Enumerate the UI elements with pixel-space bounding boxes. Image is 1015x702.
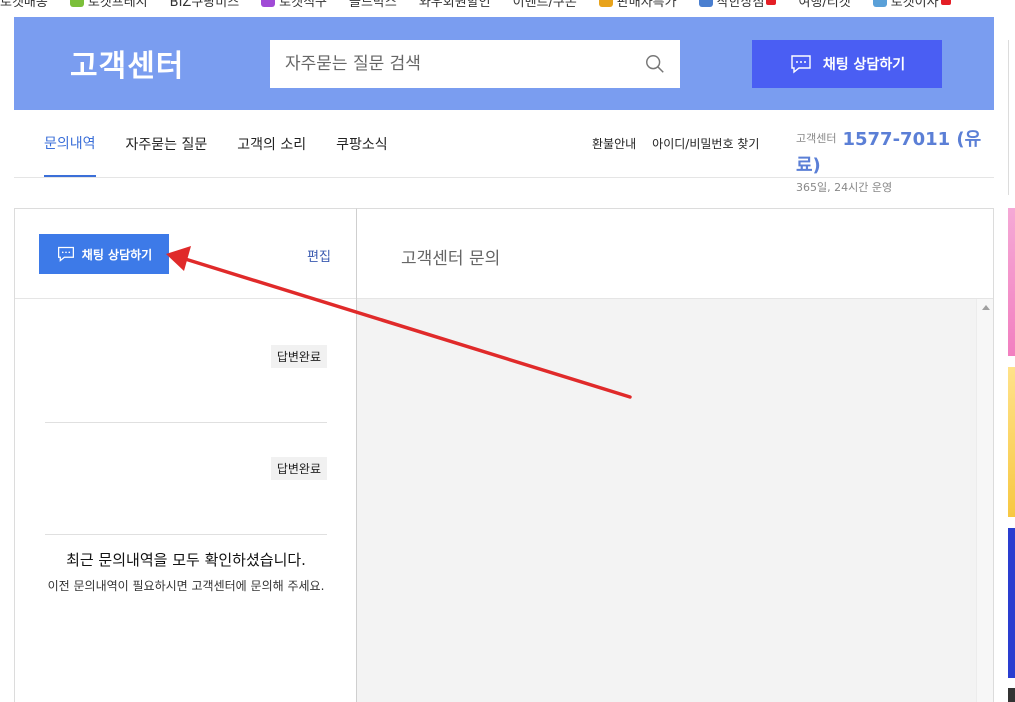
header-chat-button[interactable]: 채팅 상담하기: [752, 40, 942, 88]
top-nav-label: 로켓직구: [279, 0, 327, 9]
new-badge-icon: [766, 0, 777, 5]
cs-label: 고객센터: [796, 132, 837, 145]
scroll-up-arrow-icon[interactable]: [982, 305, 990, 310]
top-nav-label: 로켓배송: [0, 0, 48, 9]
search-icon[interactable]: [644, 53, 666, 75]
category-icon: [698, 0, 713, 7]
cs-tabs: 문의내역 자주묻는 질문 고객의 소리 쿠팡소식: [44, 111, 418, 177]
top-nav-item[interactable]: 착한상점: [698, 0, 777, 9]
cs-logo[interactable]: 고객센터: [70, 41, 184, 85]
detail-panel-header: 고객센터 문의: [357, 209, 993, 299]
faq-search-box: [270, 40, 680, 88]
side-banner-yellow[interactable]: [1008, 367, 1015, 517]
find-id-password-link[interactable]: 아이디/비밀번호 찾기: [652, 135, 759, 152]
cs-subnav: 문의내역 자주묻는 질문 고객의 소리 쿠팡소식 환불안내 아이디/비밀번호 찾…: [14, 111, 994, 194]
top-nav-item[interactable]: 로켓직구: [261, 0, 327, 9]
tab-faq[interactable]: 자주묻는 질문: [126, 111, 208, 177]
top-category-nav: 로켓배송 로켓프레시 BIZ쿠팡비즈 로켓직구 골드박스 와우회원할인 이벤트/쿠폰 판매자특…: [0, 0, 1000, 9]
faq-search-input[interactable]: [270, 40, 644, 88]
list-item[interactable]: 답변완료: [45, 311, 327, 423]
edit-link[interactable]: 편집: [307, 246, 331, 265]
chat-consult-label: 채팅 상담하기: [81, 247, 153, 262]
category-icon: [872, 0, 887, 7]
category-icon: [69, 0, 84, 7]
chat-bubble-icon: [791, 55, 811, 74]
detail-content-area: [357, 299, 977, 702]
top-nav-label: 로켓이사: [890, 0, 939, 9]
inquiry-list-panel: 채팅 상담하기 편집 답변완료 답변완료 최근 문의내역을 모두 확인하셨습니다…: [14, 208, 357, 702]
top-nav-label: 착한상점: [716, 0, 765, 9]
top-nav-item[interactable]: 로켓프레시: [69, 0, 148, 9]
side-banner-pink[interactable]: [1008, 208, 1015, 356]
cs-quick-links: 환불안내 아이디/비밀번호 찾기: [592, 135, 775, 152]
end-of-list-notice: 최근 문의내역을 모두 확인하셨습니다. 이전 문의내역이 필요하시면 고객센터…: [45, 549, 327, 594]
cs-header: 고객센터 채팅 상담하기: [14, 17, 994, 110]
top-nav-item[interactable]: 로켓이사: [872, 0, 951, 9]
cs-hours: 365일, 24시간 운영: [796, 181, 893, 194]
side-banner-dark[interactable]: [1008, 688, 1015, 702]
tab-voice-of-customer[interactable]: 고객의 소리: [237, 111, 306, 177]
refund-guide-link[interactable]: 환불안내: [592, 135, 636, 152]
list-item[interactable]: 답변완료: [45, 423, 327, 535]
side-panel-edge: [1008, 40, 1015, 195]
top-nav-label: 와우회원할인: [418, 0, 491, 9]
status-badge: 답변완료: [270, 457, 327, 480]
top-nav-item[interactable]: 골드박스: [349, 0, 397, 9]
new-badge-icon: [940, 0, 951, 5]
top-nav-item[interactable]: 로켓배송: [0, 0, 48, 9]
top-nav-item[interactable]: 이벤트/쿠폰: [513, 0, 577, 9]
top-nav-item[interactable]: 여행/티켓: [798, 0, 850, 9]
status-badge: 답변완료: [270, 345, 327, 368]
top-nav-item[interactable]: 와우회원할인: [419, 0, 491, 9]
top-nav-label: 로켓프레시: [87, 0, 148, 9]
tab-inquiry-history[interactable]: 문의내역: [44, 111, 96, 177]
category-icon: [598, 0, 613, 7]
top-nav-item[interactable]: BIZ쿠팡비즈: [170, 0, 240, 9]
chat-consult-button[interactable]: 채팅 상담하기: [39, 234, 169, 274]
top-nav-label: 이벤트/쿠폰: [512, 0, 577, 9]
inquiry-list: 답변완료 답변완료: [45, 311, 327, 535]
chat-bubble-icon: [57, 246, 74, 262]
top-nav-item[interactable]: 판매자특가: [598, 0, 677, 9]
top-nav-label: 여행/티켓: [798, 0, 851, 9]
detail-panel-title: 고객센터 문의: [401, 249, 501, 269]
tab-coupang-news[interactable]: 쿠팡소식: [336, 111, 388, 177]
category-icon: [261, 0, 276, 7]
inquiry-panel-header: 채팅 상담하기 편집: [15, 209, 356, 299]
top-nav-label: 판매자특가: [616, 0, 677, 9]
header-chat-label: 채팅 상담하기: [822, 57, 906, 73]
top-nav-label: BIZ쿠팡비즈: [169, 0, 240, 9]
notice-description: 이전 문의내역이 필요하시면 고객센터에 문의해 주세요.: [47, 579, 325, 593]
notice-title: 최근 문의내역을 모두 확인하셨습니다.: [66, 551, 306, 569]
top-nav-label: 골드박스: [349, 0, 397, 9]
detail-scrollbar[interactable]: [976, 299, 993, 702]
cs-contact-info: 고객센터 1577-7011 (유료) 365일, 24시간 운영: [796, 125, 994, 195]
inquiry-detail-panel: 고객센터 문의: [357, 208, 994, 702]
side-banner-blue[interactable]: [1008, 528, 1015, 678]
